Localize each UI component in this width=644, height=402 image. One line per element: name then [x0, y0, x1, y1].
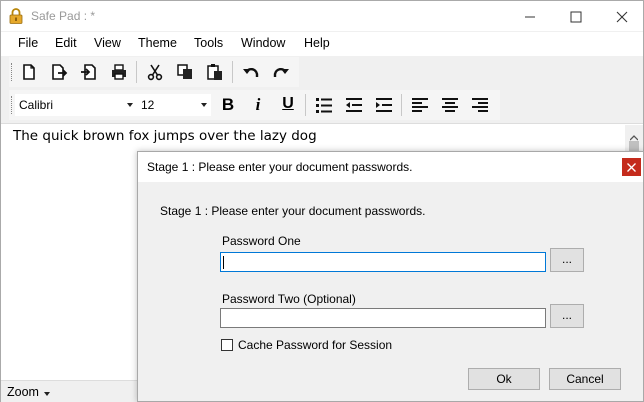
align-center-icon[interactable] [439, 94, 461, 116]
toolbar-separator [136, 61, 137, 83]
indent-icon[interactable] [373, 94, 395, 116]
bullet-list-icon[interactable] [313, 94, 335, 116]
minimize-button[interactable] [506, 1, 552, 31]
menu-view[interactable]: View [94, 36, 121, 50]
cache-password-label[interactable]: Cache Password for Session [238, 338, 392, 352]
paste-icon[interactable] [204, 61, 226, 83]
chevron-down-icon [201, 103, 207, 107]
password-one-label: Password One [222, 234, 301, 248]
align-left-icon[interactable] [409, 94, 431, 116]
import-document-icon[interactable] [78, 61, 100, 83]
redo-icon[interactable] [270, 61, 292, 83]
open-document-icon[interactable] [48, 61, 70, 83]
font-size-value: 12 [141, 98, 155, 112]
font-family-select[interactable]: Calibri [15, 94, 137, 116]
dialog-title: Stage 1 : Please enter your document pas… [147, 160, 413, 174]
menu-file[interactable]: File [18, 36, 38, 50]
password-dialog: Stage 1 : Please enter your document pas… [137, 151, 644, 402]
zoom-dropdown[interactable]: Zoom [7, 385, 39, 399]
cancel-button[interactable]: Cancel [549, 368, 621, 390]
outdent-icon[interactable] [343, 94, 365, 116]
menu-window[interactable]: Window [241, 36, 285, 50]
align-right-icon[interactable] [469, 94, 491, 116]
cut-icon[interactable] [144, 61, 166, 83]
toolbar-separator [232, 61, 233, 83]
dialog-message: Stage 1 : Please enter your document pas… [160, 204, 426, 218]
format-toolbar: Calibri 12 B i U [9, 90, 500, 120]
new-document-icon[interactable] [18, 61, 40, 83]
chevron-down-icon[interactable] [44, 392, 50, 396]
dialog-title-bar: Stage 1 : Please enter your document pas… [138, 152, 643, 182]
font-family-value: Calibri [19, 98, 54, 112]
password-one-input[interactable] [220, 252, 546, 272]
font-size-select[interactable]: 12 [137, 94, 211, 116]
toolbar-grip[interactable] [11, 96, 14, 114]
text-caret [223, 256, 224, 269]
copy-icon[interactable] [174, 61, 196, 83]
italic-button[interactable]: i [247, 94, 269, 116]
toolbar-separator [401, 94, 402, 116]
menu-theme[interactable]: Theme [138, 36, 177, 50]
ok-button[interactable]: Ok [468, 368, 540, 390]
window-title: Safe Pad : * [31, 9, 96, 23]
password-one-browse-button[interactable]: ... [550, 248, 584, 272]
password-two-input[interactable] [220, 308, 546, 328]
toolbar-grip[interactable] [11, 63, 14, 81]
lock-icon [9, 8, 23, 24]
toolbar-separator [305, 94, 306, 116]
print-icon[interactable] [108, 61, 130, 83]
bold-button[interactable]: B [217, 94, 239, 116]
cache-password-checkbox[interactable] [221, 339, 233, 351]
password-two-label: Password Two (Optional) [222, 292, 356, 306]
dialog-close-button[interactable] [622, 158, 641, 176]
menu-tools[interactable]: Tools [194, 36, 223, 50]
password-two-browse-button[interactable]: ... [550, 304, 584, 328]
close-window-button[interactable] [598, 1, 644, 31]
menu-help[interactable]: Help [304, 36, 330, 50]
menu-edit[interactable]: Edit [55, 36, 77, 50]
menu-bar: File Edit View Theme Tools Window Help [1, 32, 643, 56]
title-bar: Safe Pad : * [1, 1, 643, 31]
document-text: The quick brown fox jumps over the lazy … [13, 128, 317, 144]
chevron-down-icon [127, 103, 133, 107]
undo-icon[interactable] [240, 61, 262, 83]
underline-button[interactable]: U [277, 94, 299, 116]
main-toolbar [9, 57, 299, 87]
maximize-button[interactable] [552, 1, 598, 31]
